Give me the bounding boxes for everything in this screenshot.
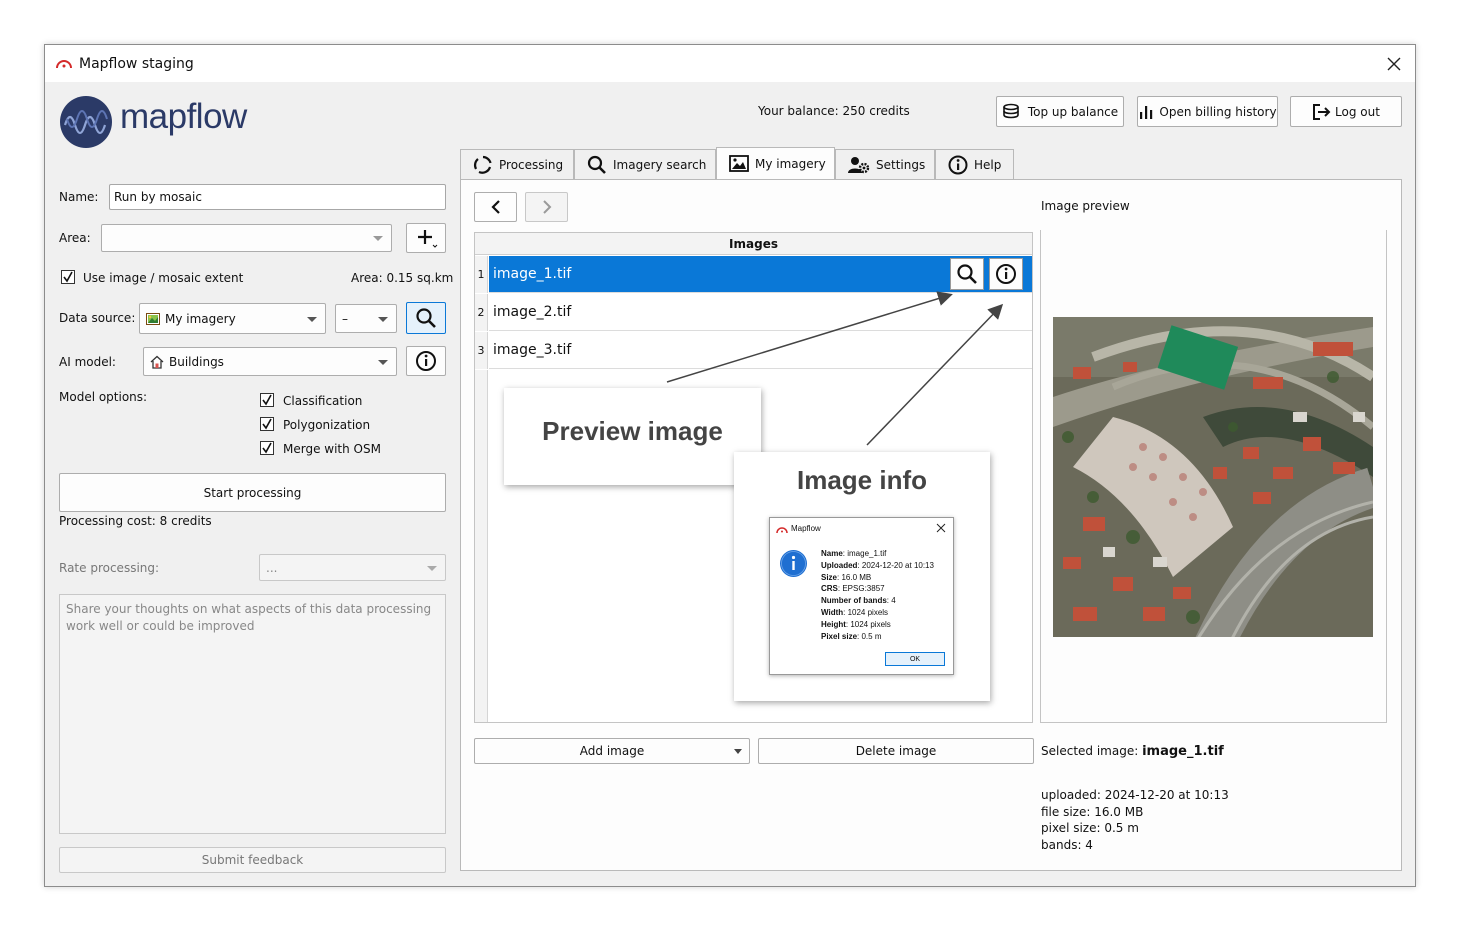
info-line: Uploaded: 2024-12-20 at 10:13: [821, 560, 934, 570]
info-dialog-ok-button[interactable]: OK: [885, 652, 945, 666]
info-line: Width: 1024 pixels: [821, 607, 889, 617]
image-preview-label: Image preview: [1041, 199, 1130, 213]
mapflow-app-icon: [776, 527, 788, 534]
chevron-down-icon: [734, 749, 742, 754]
preview-image-callout: Preview image: [504, 388, 761, 485]
preview-callout-title: Preview image: [542, 416, 723, 446]
add-image-button[interactable]: Add image: [474, 738, 750, 764]
info-line: Name: image_1.tif: [821, 549, 887, 558]
info-line: Height: 1024 pixels: [821, 619, 891, 629]
selected-image-text: Selected image: image_1.tif: [1041, 744, 1224, 759]
add-image-label: Add image: [579, 744, 645, 758]
detail-pixel-size: pixel size: 0.5 m: [1041, 821, 1139, 835]
info-dialog: Mapflow Name: image_1.tif Uploaded: 2024…: [769, 517, 954, 675]
info-icon: [780, 550, 807, 577]
delete-image-button[interactable]: Delete image: [758, 738, 1034, 764]
selected-image-name: image_1.tif: [1142, 744, 1224, 759]
satellite-image-preview: [1053, 317, 1373, 637]
detail-bands: bands: 4: [1041, 837, 1093, 852]
info-dialog-title: Mapflow: [791, 524, 821, 533]
close-icon[interactable]: [935, 522, 947, 534]
selected-image-prefix: Selected image:: [1041, 744, 1139, 758]
info-line: Pixel size: 0.5 m: [821, 631, 882, 641]
info-line: CRS: EPSG:3857: [821, 584, 885, 594]
info-callout-title: Image info: [796, 465, 927, 495]
detail-uploaded: uploaded: 2024-12-20 at 10:13: [1041, 788, 1229, 802]
image-info-callout: Image info Mapflow Name: image_1.tif Upl…: [734, 452, 990, 701]
detail-file-size: file size: 16.0 MB: [1041, 804, 1144, 819]
info-line: Number of bands: 4: [821, 596, 896, 606]
image-details: uploaded: 2024-12-20 at 10:13 file size:…: [1041, 787, 1229, 853]
info-dialog-details: Name: image_1.tif Uploaded: 2024-12-20 a…: [821, 548, 934, 642]
main-window: Mapflow staging mapflow Your balance: 25…: [44, 44, 1416, 887]
info-line: Size: 16.0 MB: [821, 572, 872, 582]
